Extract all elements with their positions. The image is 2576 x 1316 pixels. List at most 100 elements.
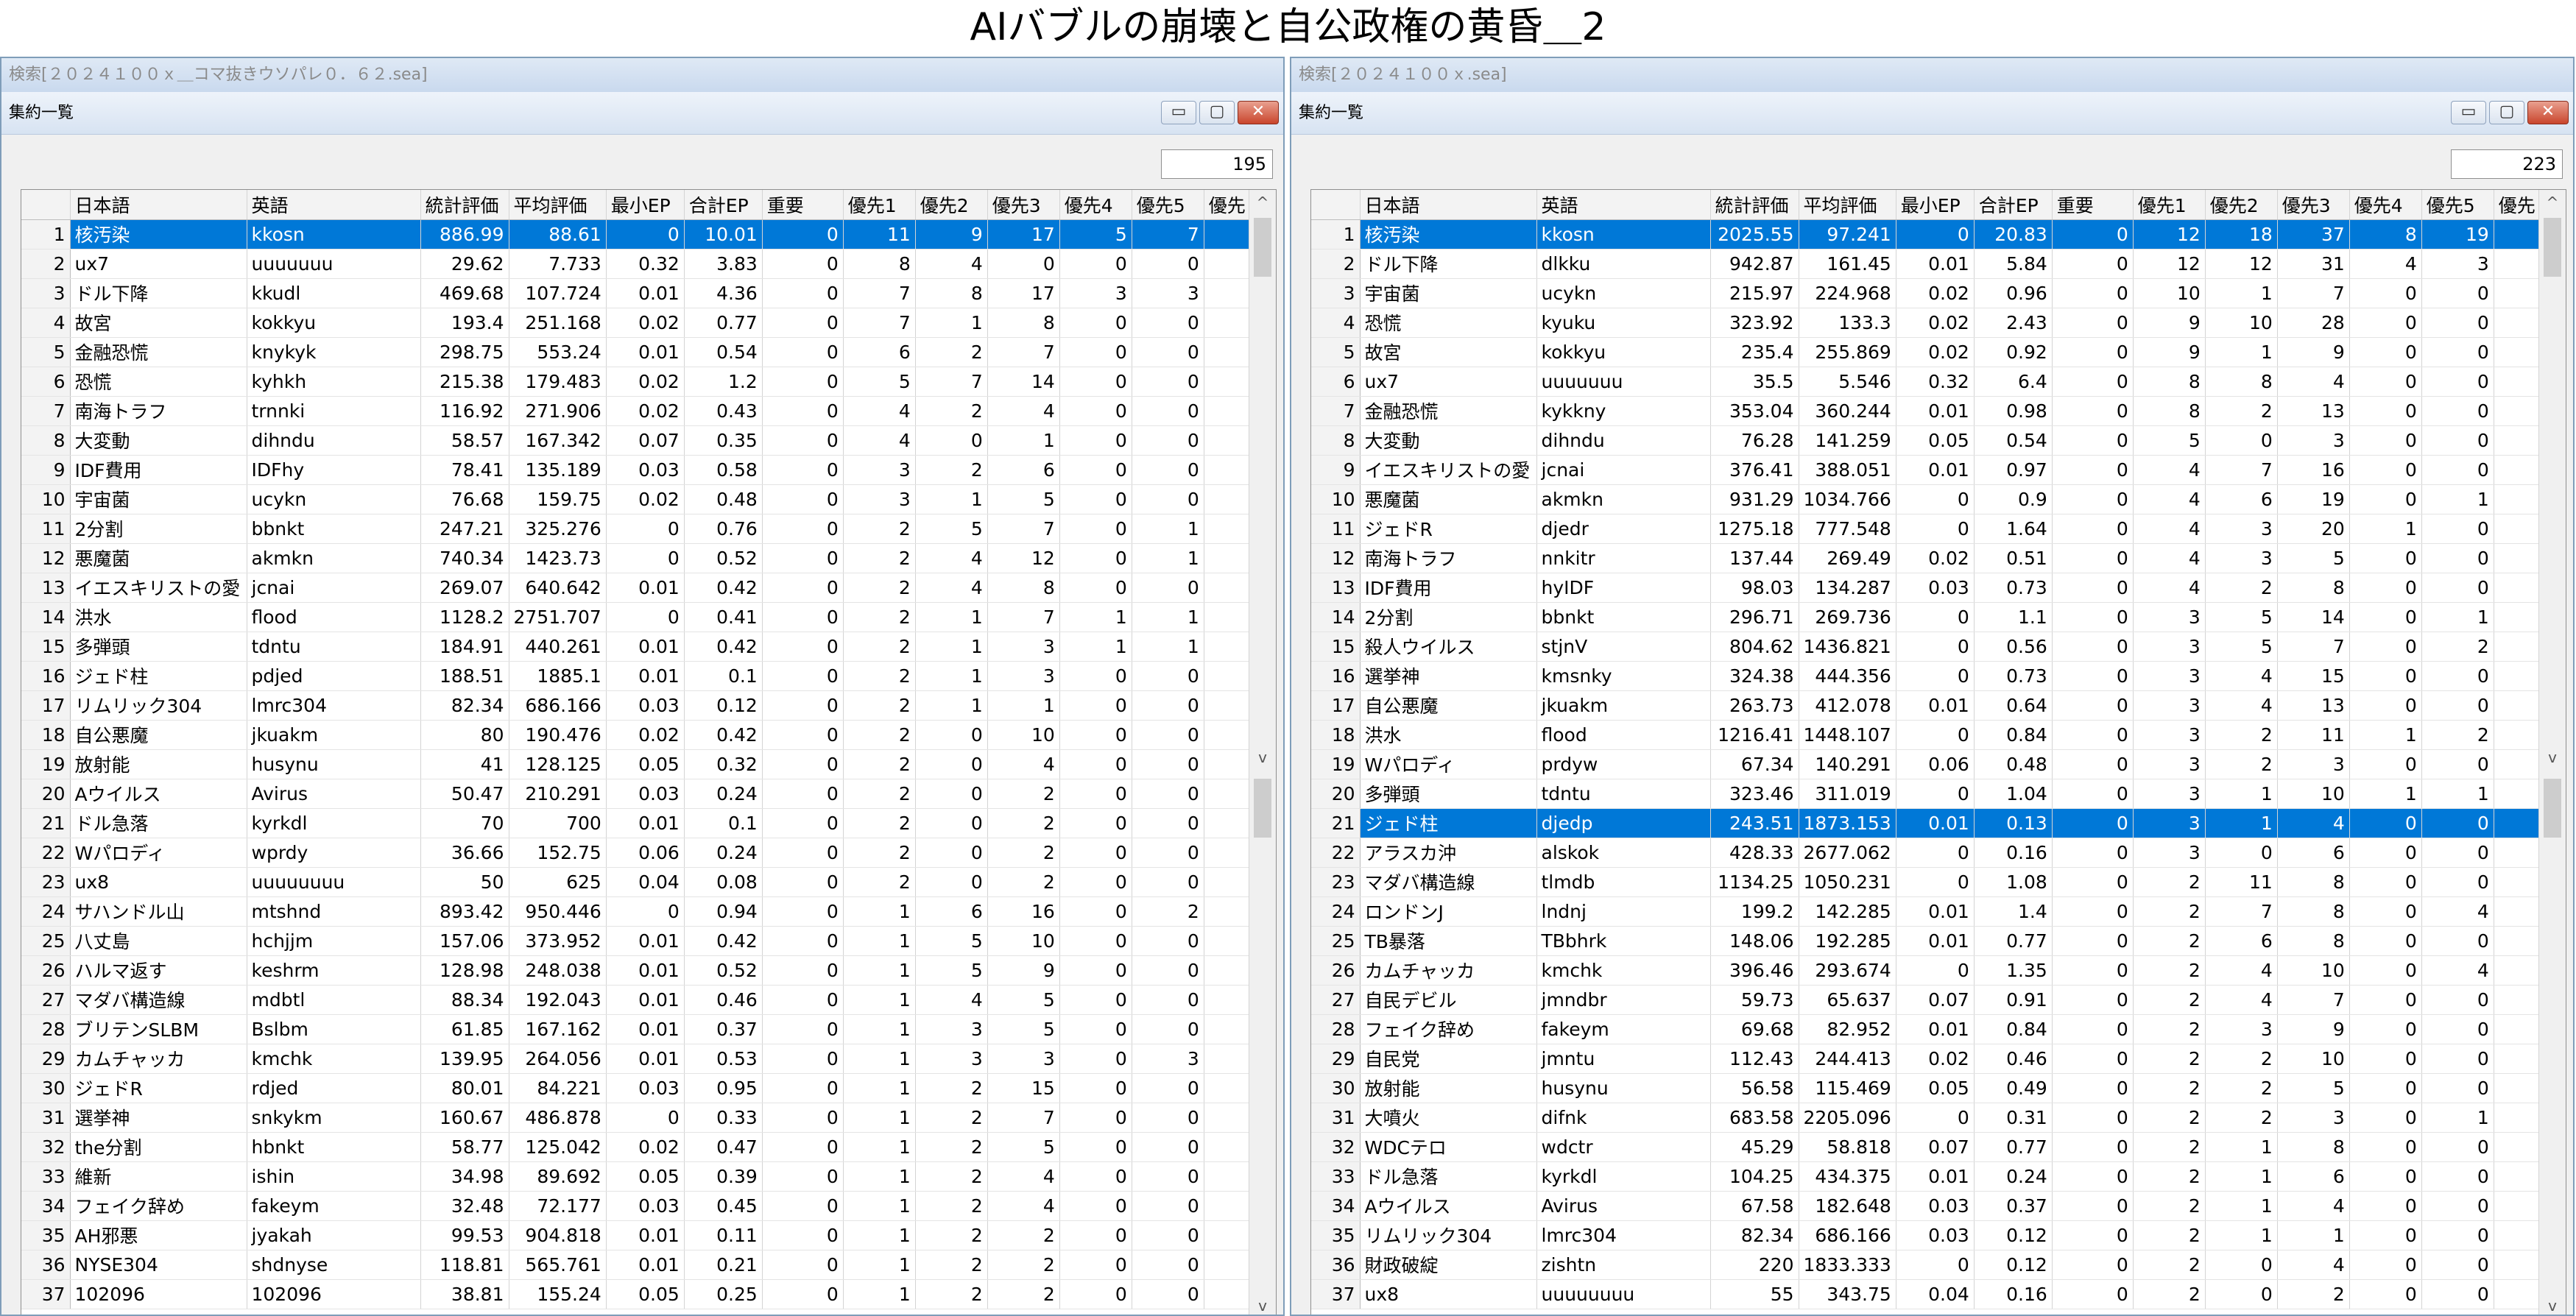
cell-value[interactable]: 1.64 <box>1974 514 2053 544</box>
cell-value[interactable]: 6 <box>2277 1161 2350 1192</box>
cell-value[interactable]: 8 <box>2133 396 2206 426</box>
cell-japanese[interactable]: 大変動 <box>1360 425 1537 456</box>
cell-value[interactable]: 0.03 <box>606 1073 685 1103</box>
cell-value[interactable]: 1 <box>1132 543 1204 573</box>
cell-value[interactable]: 1 <box>843 1191 916 1221</box>
table-row[interactable]: 29 自民党 jmntu 112.43 244.413 0.02 0.46 0 2 2 10 0 0 <box>1311 1044 2541 1074</box>
cell-english[interactable]: ucykn <box>1536 278 1711 308</box>
cell-value[interactable]: 1 <box>2205 1161 2278 1192</box>
cell-value[interactable]: 3 <box>2205 543 2278 573</box>
cell-english[interactable]: alskok <box>1536 838 1711 868</box>
cell-value[interactable]: 2 <box>987 1279 1060 1309</box>
cell-japanese[interactable]: 恐慌 <box>1360 308 1537 338</box>
cell-value[interactable]: 0 <box>1896 955 1975 986</box>
row-number[interactable]: 4 <box>1311 308 1361 338</box>
cell-english[interactable]: kkosn <box>247 219 421 250</box>
table-row[interactable]: 2 ドル下降 dlkku 942.87 161.45 0.01 5.84 0 12 12 31 4 3 <box>1311 249 2541 279</box>
cell-value[interactable]: 0 <box>2052 955 2134 986</box>
cell-english[interactable]: Avirus <box>247 779 421 809</box>
cell-japanese[interactable]: ジェドR <box>70 1073 247 1103</box>
cell-value[interactable]: 2 <box>843 573 916 603</box>
cell-value[interactable]: 269.736 <box>1799 602 1896 632</box>
cell-value[interactable]: 2 <box>2205 1044 2278 1074</box>
table-row[interactable]: 35 リムリック304 lmrc304 82.34 686.166 0.03 0.12 0 2 1… <box>1311 1220 2541 1250</box>
table-row[interactable]: 1 核汚染 kkosn 886.99 88.61 0 10.01 0 11 9 17 5 7 <box>21 219 1251 250</box>
cell-japanese[interactable]: Aウイルス <box>70 779 247 809</box>
cell-value[interactable]: 0 <box>1059 455 1132 485</box>
cell-value[interactable]: 19 <box>2277 484 2350 514</box>
cell-value[interactable]: 0.42 <box>684 720 763 750</box>
cell-value[interactable]: 2 <box>2421 632 2494 662</box>
cell-value[interactable]: 2 <box>987 779 1060 809</box>
table-row[interactable]: 31 大噴火 difnk 683.58 2205.096 0 0.31 0 2 2 3 0 1 <box>1311 1103 2541 1133</box>
cell-japanese[interactable]: ドル急落 <box>70 808 247 838</box>
cell-value[interactable]: 10 <box>987 926 1060 956</box>
column-header[interactable]: 英語 <box>1536 190 1711 220</box>
cell-japanese[interactable]: ux7 <box>70 249 247 279</box>
cell-value[interactable]: 0.25 <box>684 1279 763 1309</box>
table-row[interactable]: 26 カムチャッカ kmchk 396.46 293.674 0 1.35 0 2 4 10 0 4 <box>1311 955 2541 986</box>
cell-value[interactable]: 0 <box>1059 425 1132 456</box>
cell-value[interactable]: 0 <box>915 779 988 809</box>
cell-value[interactable]: 7 <box>987 337 1060 367</box>
cell-value[interactable]: 2677.062 <box>1799 838 1896 868</box>
cell-english[interactable]: kmchk <box>247 1044 421 1074</box>
cell-value[interactable]: 0 <box>1059 749 1132 779</box>
cell-value[interactable]: 1.2 <box>684 367 763 397</box>
row-number[interactable]: 4 <box>21 308 71 338</box>
cell-value[interactable]: 2 <box>915 337 988 367</box>
cell-value[interactable]: 8 <box>915 278 988 308</box>
cell-value[interactable]: 0.03 <box>1896 1191 1975 1221</box>
cell-value[interactable]: 6.4 <box>1974 367 2053 397</box>
cell-japanese[interactable]: 洪水 <box>70 602 247 632</box>
cell-value[interactable]: 6 <box>2205 926 2278 956</box>
cell-value[interactable]: 0 <box>1059 926 1132 956</box>
table-row[interactable]: 16 選挙神 kmsnky 324.38 444.356 0 0.73 0 3 4 15 0 0 <box>1311 661 2541 691</box>
cell-value[interactable]: 0 <box>762 278 844 308</box>
cell-value[interactable]: 18 <box>2205 219 2278 250</box>
cell-value[interactable]: 80.01 <box>420 1073 509 1103</box>
cell-value[interactable]: 4 <box>987 749 1060 779</box>
cell-value[interactable]: 1 <box>2421 484 2494 514</box>
cell-value[interactable]: 116.92 <box>420 396 509 426</box>
cell-value[interactable]: 5 <box>987 1132 1060 1162</box>
column-header[interactable]: 日本語 <box>70 190 247 220</box>
cell-value[interactable]: 4 <box>987 1161 1060 1192</box>
cell-value[interactable]: 0.06 <box>1896 749 1975 779</box>
count-field[interactable]: 223 <box>2451 149 2563 179</box>
cell-value[interactable]: 2 <box>2133 985 2206 1015</box>
cell-value[interactable]: 0.52 <box>684 955 763 986</box>
cell-value[interactable]: 76.68 <box>420 484 509 514</box>
cell-value[interactable]: 434.375 <box>1799 1161 1896 1192</box>
cell-value[interactable]: 0 <box>2052 484 2134 514</box>
table-row[interactable]: 9 イエスキリストの愛 jcnai 376.41 388.051 0.01 0.97 0 4 7 1… <box>1311 455 2541 485</box>
cell-value[interactable]: 2 <box>843 749 916 779</box>
close-icon[interactable]: ✕ <box>2527 101 2569 124</box>
cell-value[interactable]: 88.34 <box>420 985 509 1015</box>
cell-value[interactable]: 0 <box>2052 749 2134 779</box>
row-number[interactable]: 17 <box>1311 690 1361 721</box>
cell-japanese[interactable]: Wパロディ <box>1360 749 1537 779</box>
column-header[interactable]: 重要 <box>2052 190 2134 220</box>
cell-value[interactable]: 0.76 <box>684 514 763 544</box>
cell-value[interactable]: 0 <box>2349 867 2422 897</box>
cell-value[interactable]: 0.01 <box>606 337 685 367</box>
cell-value[interactable]: 45.29 <box>1710 1132 1799 1162</box>
cell-english[interactable]: flood <box>247 602 421 632</box>
cell-value[interactable]: 893.42 <box>420 896 509 927</box>
cell-value[interactable]: 8 <box>987 573 1060 603</box>
cell-value[interactable]: 0 <box>915 720 988 750</box>
table-row[interactable]: 37 102096 102096 38.81 155.24 0.05 0.25 0 1 2 2 0 0 <box>21 1279 1251 1309</box>
row-number[interactable]: 35 <box>21 1220 71 1250</box>
column-header[interactable]: 優先5 <box>2421 190 2494 220</box>
cell-value[interactable]: 0 <box>2349 1161 2422 1192</box>
cell-value[interactable]: 4 <box>915 543 988 573</box>
column-header[interactable]: 最小EP <box>1896 190 1975 220</box>
cell-value[interactable]: 9 <box>2133 337 2206 367</box>
cell-japanese[interactable]: 選挙神 <box>70 1103 247 1133</box>
cell-english[interactable]: difnk <box>1536 1103 1711 1133</box>
column-header[interactable]: 統計評価 <box>420 190 509 220</box>
cell-value[interactable]: 0.84 <box>1974 1014 2053 1044</box>
cell-value[interactable]: 0 <box>1132 926 1204 956</box>
cell-value[interactable]: 0 <box>2052 1073 2134 1103</box>
